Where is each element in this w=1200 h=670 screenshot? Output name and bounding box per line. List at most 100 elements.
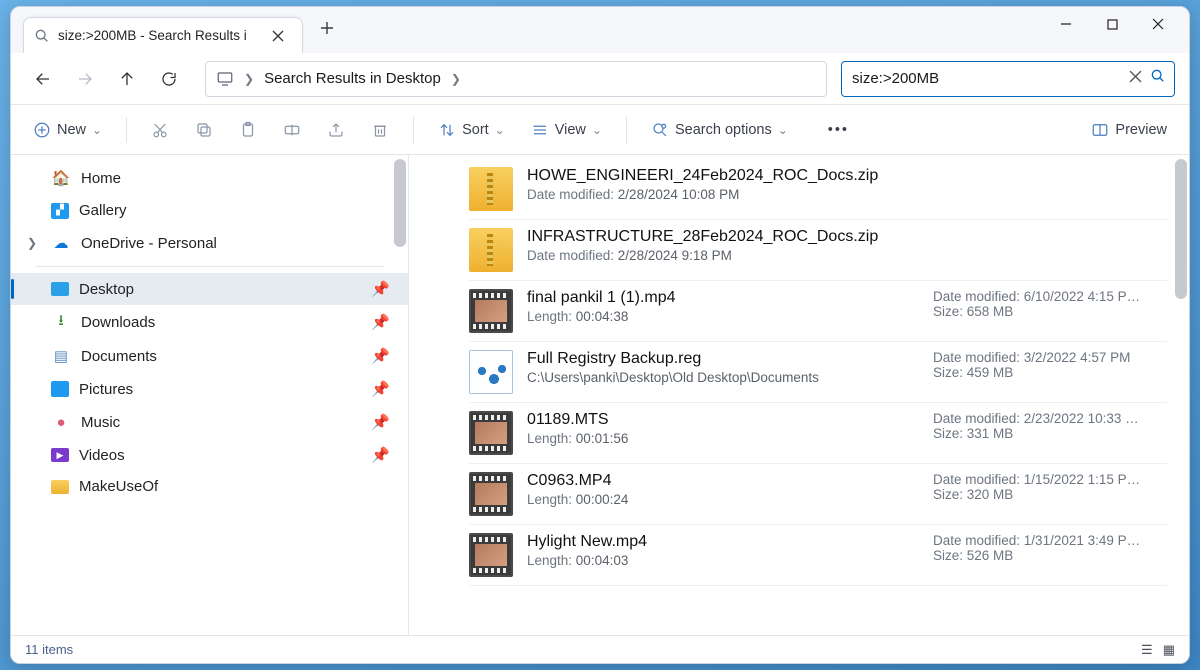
gallery-icon: ▞ xyxy=(51,203,69,219)
file-row[interactable]: Hylight New.mp4Length: 00:04:03Date modi… xyxy=(469,525,1167,586)
file-subtext: Length: 00:00:24 xyxy=(527,492,919,507)
search-button[interactable] xyxy=(1150,68,1166,89)
search-box[interactable] xyxy=(841,61,1175,97)
refresh-button[interactable] xyxy=(151,61,187,97)
file-explorer-window: size:>200MB - Search Results i ❯ Search … xyxy=(10,6,1190,664)
command-bar: New⌄ Sort⌄ View⌄ Search options⌄ ••• Pre… xyxy=(11,105,1189,155)
file-date: Date modified: 6/10/2022 4:15 P… xyxy=(933,289,1167,304)
share-button[interactable] xyxy=(319,115,353,145)
file-row[interactable]: HOWE_ENGINEERI_24Feb2024_ROC_Docs.zipDat… xyxy=(469,159,1167,220)
file-date: Date modified: 3/2/2022 4:57 PM xyxy=(933,350,1167,365)
search-input[interactable] xyxy=(852,70,1123,87)
rename-button[interactable] xyxy=(275,115,309,145)
file-name: 01189.MTS xyxy=(527,411,919,429)
chevron-right-icon: ❯ xyxy=(244,72,254,86)
cloud-icon: ☁ xyxy=(51,233,71,253)
monitor-icon xyxy=(216,70,234,88)
nav-videos[interactable]: ▶Videos📌 xyxy=(11,439,408,471)
breadcrumb-segment[interactable]: Search Results in Desktop xyxy=(264,70,441,87)
nav-documents[interactable]: ▤Documents📌 xyxy=(11,339,408,373)
file-subtext: Length: 00:01:56 xyxy=(527,431,919,446)
file-size: Size: 320 MB xyxy=(933,487,1167,502)
file-row[interactable]: C0963.MP4 Length: 00:00:24 Date modified: … xyxy=(469,464,1167,525)
address-row: ❯ Search Results in Desktop ❯ xyxy=(11,53,1189,105)
file-size: Size: 459 MB xyxy=(933,365,1167,380)
tab-close-button[interactable] xyxy=(264,22,292,50)
clear-search-button[interactable] xyxy=(1129,70,1142,88)
vid-icon xyxy=(469,289,513,333)
paste-button[interactable] xyxy=(231,115,265,145)
file-row[interactable]: Full Registry Backup.reg C:\Users\panki\D… xyxy=(469,342,1167,403)
vid-icon xyxy=(469,472,513,516)
file-row[interactable]: 01189.MTS Length: 00:01:56 Date modified: … xyxy=(469,403,1167,464)
item-count: 11 items xyxy=(25,642,73,657)
file-subtext: Length: 00:04:03 xyxy=(527,553,919,568)
address-bar[interactable]: ❯ Search Results in Desktop ❯ xyxy=(205,61,827,97)
file-size: Size: 526 MB xyxy=(933,548,1167,563)
search-icon xyxy=(34,28,50,44)
zip-icon xyxy=(469,228,513,272)
navigation-pane: 🏠Home ▞Gallery ❯☁OneDrive - Personal Des… xyxy=(11,155,409,635)
file-size: Size: 658 MB xyxy=(933,304,1167,319)
file-date: Date modified: 1/15/2022 1:15 P… xyxy=(933,472,1167,487)
file-subtext: C:\Users\panki\Desktop\Old Desktop\Docum… xyxy=(527,370,919,385)
folder-icon xyxy=(51,480,69,494)
tiles-view-button[interactable]: ▦ xyxy=(1163,642,1175,658)
nav-home[interactable]: 🏠Home xyxy=(11,161,408,195)
tab-title: size:>200MB - Search Results i xyxy=(58,28,256,43)
file-name: Full Registry Backup.reg xyxy=(527,350,919,368)
minimize-button[interactable] xyxy=(1043,7,1089,41)
music-icon: ● xyxy=(51,412,71,432)
file-name: INFRASTRUCTURE_28Feb2024_ROC_Docs.zip xyxy=(527,228,1167,246)
chevron-right-icon[interactable]: ❯ xyxy=(27,236,41,250)
videos-icon: ▶ xyxy=(51,448,69,462)
file-subtext: Date modified: 2/28/2024 9:18 PM xyxy=(527,248,1167,263)
details-view-button[interactable]: ☰ xyxy=(1141,642,1153,658)
delete-button[interactable] xyxy=(363,115,397,145)
vid-icon xyxy=(469,411,513,455)
nav-desktop[interactable]: Desktop📌 xyxy=(11,273,408,305)
desktop-icon xyxy=(51,282,69,296)
forward-button[interactable] xyxy=(67,61,103,97)
cut-button[interactable] xyxy=(143,115,177,145)
preview-button[interactable]: Preview xyxy=(1083,115,1175,145)
search-options-button[interactable]: Search options⌄ xyxy=(643,115,796,145)
pin-icon: 📌 xyxy=(371,347,390,365)
close-button[interactable] xyxy=(1135,7,1181,41)
view-button[interactable]: View⌄ xyxy=(523,115,610,145)
file-name: C0963.MP4 xyxy=(527,472,919,490)
sort-button[interactable]: Sort⌄ xyxy=(430,115,513,145)
nav-downloads[interactable]: ⭳Downloads📌 xyxy=(11,305,408,339)
content-scrollbar[interactable] xyxy=(1175,159,1187,299)
maximize-button[interactable] xyxy=(1089,7,1135,41)
body: 🏠Home ▞Gallery ❯☁OneDrive - Personal Des… xyxy=(11,155,1189,635)
titlebar: size:>200MB - Search Results i xyxy=(11,7,1189,53)
nav-makeuseof[interactable]: MakeUseOf xyxy=(11,471,408,502)
back-button[interactable] xyxy=(25,61,61,97)
reg-icon xyxy=(469,350,513,394)
file-row[interactable]: INFRASTRUCTURE_28Feb2024_ROC_Docs.zip Dat… xyxy=(469,220,1167,281)
window-controls xyxy=(1043,7,1181,41)
pin-icon: 📌 xyxy=(371,380,390,398)
file-row[interactable]: final pankil 1 (1).mp4Length: 00:04:38Da… xyxy=(469,281,1167,342)
file-size: Size: 331 MB xyxy=(933,426,1167,441)
tab-active[interactable]: size:>200MB - Search Results i xyxy=(23,17,303,53)
file-date: Date modified: 1/31/2021 3:49 P… xyxy=(933,533,1167,548)
pictures-icon xyxy=(51,381,69,397)
nav-pictures[interactable]: Pictures📌 xyxy=(11,373,408,405)
copy-button[interactable] xyxy=(187,115,221,145)
nav-gallery[interactable]: ▞Gallery xyxy=(11,195,408,226)
new-tab-button[interactable] xyxy=(313,14,341,42)
nav-music[interactable]: ●Music📌 xyxy=(11,405,408,439)
file-date: Date modified: 2/23/2022 10:33 … xyxy=(933,411,1167,426)
up-button[interactable] xyxy=(109,61,145,97)
new-button[interactable]: New⌄ xyxy=(25,115,110,145)
nav-onedrive[interactable]: ❯☁OneDrive - Personal xyxy=(11,226,408,260)
file-subtext: Length: 00:04:38 xyxy=(527,309,919,324)
vid-icon xyxy=(469,533,513,577)
document-icon: ▤ xyxy=(51,346,71,366)
more-button[interactable]: ••• xyxy=(820,116,857,144)
chevron-right-icon[interactable]: ❯ xyxy=(451,72,461,86)
pin-icon: 📌 xyxy=(371,413,390,431)
zip-icon xyxy=(469,167,513,211)
